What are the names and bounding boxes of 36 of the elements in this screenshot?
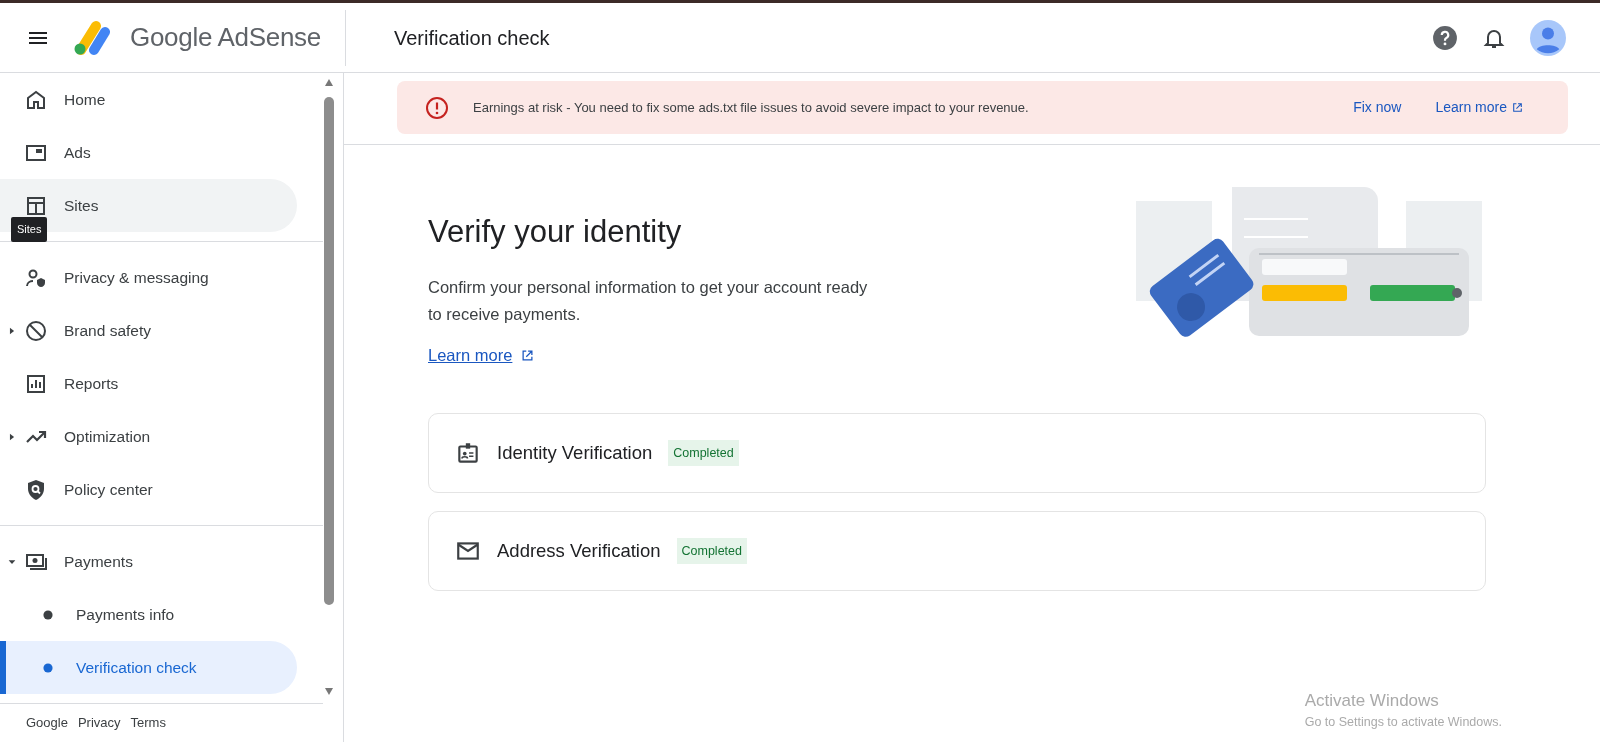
alert-link[interactable]: Learn more <box>1435 97 1524 118</box>
nav-item[interactable]: Privacy & messaging <box>0 251 297 304</box>
scrollbar[interactable] <box>323 77 335 697</box>
footer-link[interactable]: Terms <box>130 713 166 733</box>
step-title: Address Verification <box>497 539 661 564</box>
status-label: Completed <box>676 537 747 565</box>
page-title: Verification check <box>393 25 550 51</box>
description: Confirm your personal information to get your account ready to receive payments. <box>428 277 868 325</box>
alert-link[interactable]: Fix now <box>1353 97 1402 118</box>
step-title: Identity Verification <box>497 441 653 466</box>
error-icon <box>425 95 449 120</box>
footer-link[interactable]: Privacy <box>77 713 121 733</box>
nav-item[interactable]: Payments info <box>0 588 297 641</box>
nav-item[interactable]: Ads <box>0 126 297 179</box>
nav-item[interactable]: Home <box>0 73 297 126</box>
nav-item[interactable]: Optimization <box>0 410 297 463</box>
status-label: Completed <box>668 439 739 467</box>
nav-item[interactable]: Payments <box>0 535 297 588</box>
nav-item[interactable]: Brand safety <box>0 304 297 357</box>
nav-item[interactable]: Verification check <box>0 641 297 694</box>
page-heading: Verify your identity <box>428 213 683 251</box>
nav-item[interactable]: Policy center <box>0 463 297 516</box>
avatar-icon[interactable] <box>1530 19 1566 56</box>
logo-text: Google AdSense <box>130 21 321 54</box>
alert-message: Earnings at risk - You need to fix some ads.txt file issues to avoid severe impact to your revenue. <box>473 98 1029 117</box>
bullet-icon <box>43 609 53 620</box>
block-icon <box>24 318 48 343</box>
activation-subtitle: Go to Settings to activate Windows. <box>1304 714 1502 732</box>
activation-title: Activate Windows <box>1304 689 1440 712</box>
footer-link[interactable]: Google <box>26 713 68 733</box>
learn-more-link[interactable]: Learn more <box>428 342 536 368</box>
external-link-icon <box>1511 101 1524 114</box>
help-icon[interactable] <box>1432 24 1458 51</box>
tooltip: Sites <box>11 217 48 242</box>
bullet-icon <box>43 662 53 673</box>
nav-item[interactable]: Reports <box>0 357 297 410</box>
